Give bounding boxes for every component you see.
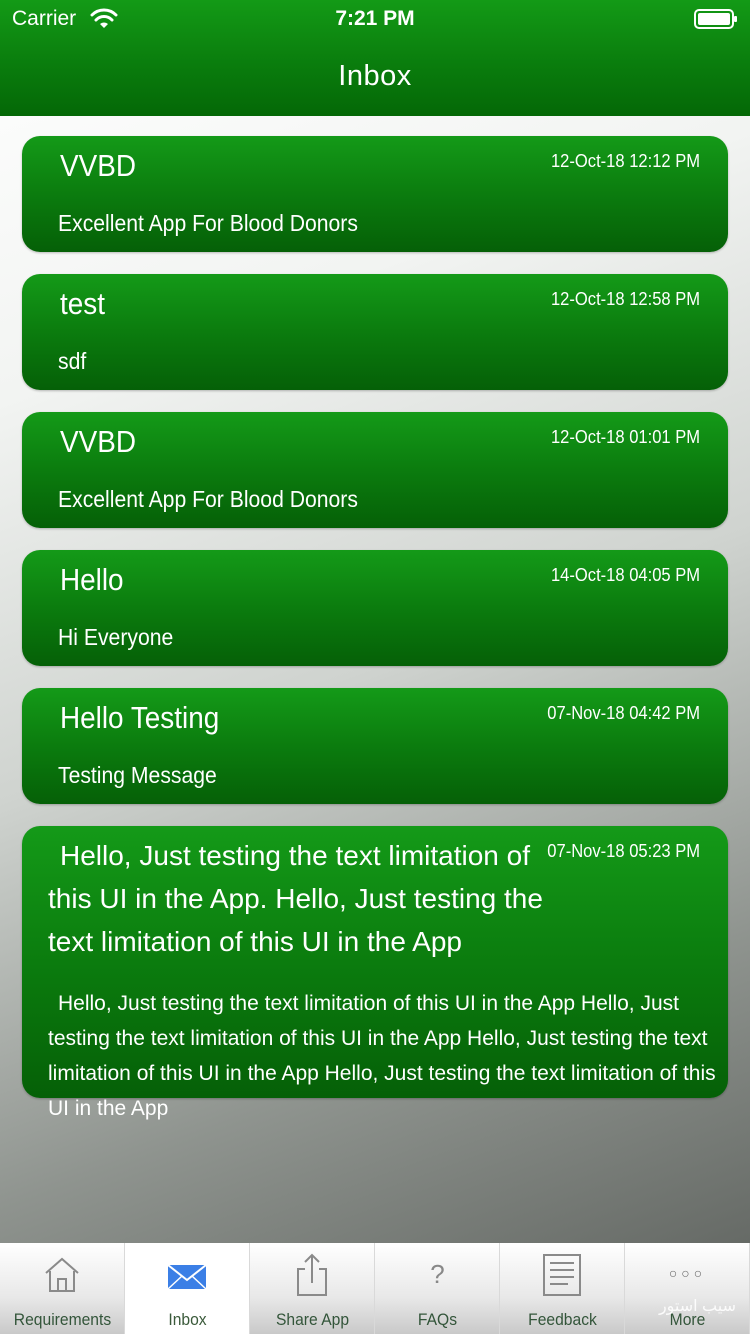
message-body: Testing Message	[58, 762, 217, 788]
message-card[interactable]: Hello, Just testing the text limitation …	[22, 826, 728, 1120]
message-date: 07-Nov-18 05:23 PM	[547, 841, 700, 861]
page-title: Inbox	[338, 60, 412, 92]
battery-icon	[694, 9, 737, 29]
navigation-header: Carrier 7:21 PM Inbox	[0, 0, 750, 116]
tab-more[interactable]: ○○○ More	[625, 1243, 750, 1334]
message-card[interactable]: VVBD 12-Oct-18 01:01 PM Excellent App Fo…	[22, 412, 728, 528]
message-date: 07-Nov-18 04:42 PM	[547, 703, 700, 723]
status-bar: Carrier 7:21 PM	[0, 0, 750, 40]
tab-share-app[interactable]: Share App	[250, 1243, 375, 1334]
message-body: Excellent App For Blood Donors	[58, 486, 358, 512]
tab-feedback[interactable]: Feedback	[500, 1243, 625, 1334]
status-time: 7:21 PM	[335, 7, 415, 30]
message-body: Hi Everyone	[58, 624, 174, 650]
tab-label: FAQs	[417, 1310, 458, 1329]
envelope-icon	[167, 1264, 207, 1290]
share-icon	[297, 1253, 327, 1296]
message-list: VVBD 12-Oct-18 12:12 PM Excellent App Fo…	[22, 136, 728, 1120]
tab-label: Feedback	[528, 1310, 597, 1329]
message-date: 12-Oct-18 12:58 PM	[550, 289, 700, 309]
home-icon	[45, 1257, 79, 1292]
tab-label: Share App	[275, 1310, 350, 1329]
tab-requirements[interactable]: Requirements	[0, 1243, 125, 1334]
watermark-logo: سیب‌ استور	[658, 1298, 736, 1315]
message-body: sdf	[58, 348, 87, 374]
message-date: 12-Oct-18 01:01 PM	[550, 427, 700, 447]
message-card[interactable]: VVBD 12-Oct-18 12:12 PM Excellent App Fo…	[22, 136, 728, 252]
message-card[interactable]: Hello Testing 07-Nov-18 04:42 PM Testing…	[22, 688, 728, 804]
message-body: Hello, Just testing the text limitation …	[48, 992, 716, 1120]
tab-label: Requirements	[13, 1310, 112, 1329]
message-title: Hello Testing	[60, 700, 220, 735]
tab-inbox[interactable]: Inbox	[125, 1243, 250, 1334]
message-title: VVBD	[60, 148, 136, 183]
tab-faqs[interactable]: ? FAQs	[375, 1243, 500, 1334]
message-card[interactable]: test 12-Oct-18 12:58 PM sdf	[22, 274, 728, 390]
message-title: test	[60, 286, 105, 321]
tab-bar: Requirements Inbox Share App ? FAQs Feed…	[0, 1243, 750, 1334]
message-title: VVBD	[60, 424, 136, 459]
message-card[interactable]: Hello 14-Oct-18 04:05 PM Hi Everyone	[22, 550, 728, 666]
message-title: Hello	[60, 562, 124, 597]
question-icon: ?	[430, 1259, 445, 1289]
message-date: 12-Oct-18 12:12 PM	[550, 151, 700, 171]
tab-label: Inbox	[168, 1310, 207, 1329]
message-body: Excellent App For Blood Donors	[58, 210, 358, 236]
message-date: 14-Oct-18 04:05 PM	[550, 565, 700, 585]
document-icon	[543, 1254, 581, 1296]
more-dots-icon: ○○○	[668, 1265, 707, 1281]
message-title: Hello, Just testing the text limitation …	[48, 840, 543, 957]
